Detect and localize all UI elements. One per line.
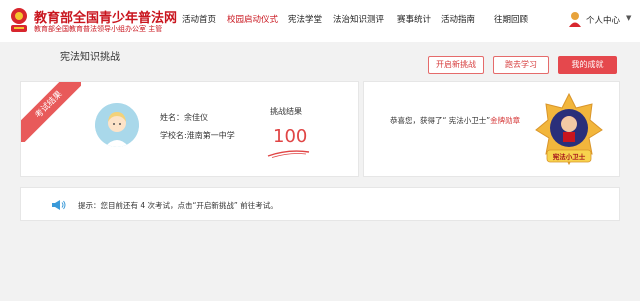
award-medal-name: 金牌勋章: [490, 116, 521, 125]
student-avatar-icon: [95, 103, 139, 147]
gold-medal-icon: 宪法小卫士: [535, 92, 603, 166]
chevron-down-icon[interactable]: ▼: [626, 14, 631, 22]
nav-item-home[interactable]: 活动首页: [182, 13, 216, 25]
exam-result-card: 考试结果 姓名：余佳仪 学校名:淮南第一中学 挑战结果 100: [20, 81, 359, 177]
nav-item-guide[interactable]: 活动指南: [441, 13, 475, 25]
award-card: 恭喜您，获得了“ 宪法小卫士”金牌勋章 宪法小卫士: [363, 81, 620, 177]
award-message-text: 恭喜您，获得了“ 宪法小卫士”: [390, 116, 491, 125]
page-title: 宪法知识挑战: [60, 52, 120, 63]
nav-item-constitution-class[interactable]: 宪法学堂: [288, 13, 322, 25]
avatar: [95, 103, 139, 147]
new-challenge-button[interactable]: 开启新挑战: [428, 56, 484, 74]
tip-text: 提示：您目前还有 4 次考试，点击“开启新挑战” 前往考试。: [78, 201, 278, 210]
result-ribbon: 考试结果: [21, 82, 81, 142]
go-study-button[interactable]: 跑去学习: [493, 56, 549, 74]
my-results-button[interactable]: 我的成就: [558, 56, 617, 74]
nav-item-campus-launch[interactable]: 校园启动仪式: [227, 13, 278, 25]
speaker-icon: [52, 200, 66, 210]
tip-bar: 提示：您目前还有 4 次考试，点击“开启新挑战” 前往考试。: [20, 187, 620, 221]
score-underline-swoosh: [267, 150, 310, 158]
result-ribbon-label: 考试结果: [21, 82, 81, 142]
medal-caption: 宪法小卫士: [553, 152, 586, 161]
nav-item-past-review[interactable]: 往期回顾: [494, 13, 528, 25]
nav-item-statistics[interactable]: 赛事统计: [397, 13, 431, 25]
user-avatar-icon[interactable]: [568, 11, 582, 27]
brand-subtitle: 教育部全国教育普法领导小组办公室 主管: [34, 25, 163, 33]
score-label: 挑战结果: [270, 107, 302, 116]
emblem-logo-icon: [11, 8, 27, 32]
student-school: 学校名:淮南第一中学: [160, 131, 235, 140]
nav-item-law-quiz[interactable]: 法治知识测评: [333, 13, 384, 25]
student-name: 姓名：余佳仪: [160, 113, 208, 122]
top-header: 教育部全国青少年普法网 教育部全国教育普法领导小组办公室 主管 活动首页 校园启…: [0, 0, 640, 42]
user-center-link[interactable]: 个人中心: [586, 14, 620, 26]
award-message: 恭喜您，获得了“ 宪法小卫士”金牌勋章: [390, 115, 520, 126]
score-value: 100: [273, 126, 308, 147]
